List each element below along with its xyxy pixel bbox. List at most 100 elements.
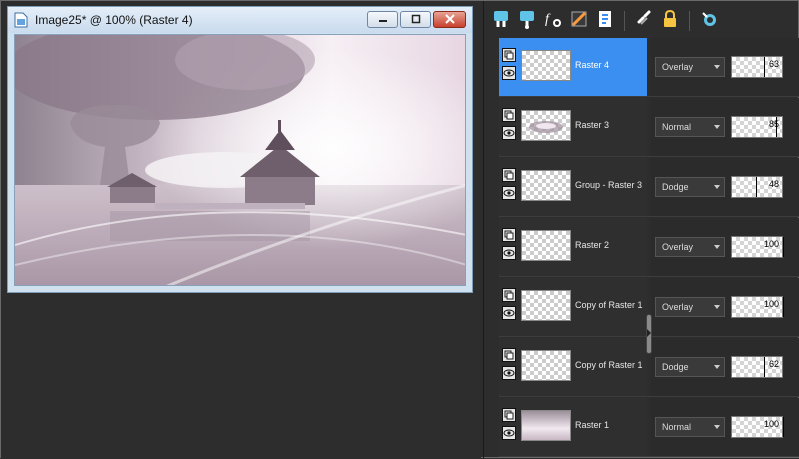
layer-row[interactable]: Raster 2 Overlay 100 — [499, 218, 799, 277]
maximize-icon — [411, 11, 421, 29]
mask-button[interactable] — [568, 10, 590, 32]
new-raster-layer-icon — [492, 9, 510, 34]
layer-properties-button[interactable] — [594, 10, 616, 32]
visibility-eye-icon[interactable] — [502, 186, 516, 200]
panel-divider[interactable] — [483, 1, 484, 459]
layer-type-icon — [502, 48, 516, 62]
blend-mode-value: Dodge — [662, 182, 689, 192]
opacity-value: 100 — [763, 419, 779, 429]
layer-info[interactable]: Raster 3 — [499, 98, 647, 156]
layer-type-icon — [502, 168, 516, 182]
close-button[interactable] — [433, 11, 466, 28]
chevron-down-icon — [714, 185, 720, 189]
layers-panel: Raster 4 Overlay 63 Raster 3 Normal 85 G… — [499, 38, 799, 459]
layer-properties-icon — [596, 9, 614, 34]
opacity-slider[interactable]: 100 — [731, 236, 784, 258]
lock-icon — [661, 9, 679, 34]
opacity-slider[interactable]: 100 — [731, 296, 784, 318]
opacity-slider[interactable]: 63 — [731, 56, 783, 78]
layer-info[interactable]: Copy of Raster 1 — [499, 278, 647, 336]
layer-thumbnail — [521, 350, 571, 381]
layer-thumbnail — [521, 410, 571, 441]
layer-name: Raster 3 — [575, 120, 610, 130]
layer-info[interactable]: Raster 1 — [499, 398, 647, 456]
blend-mode-dropdown[interactable]: Dodge — [655, 357, 725, 377]
visibility-eye-icon[interactable] — [502, 66, 516, 80]
layer-info[interactable]: Raster 2 — [499, 218, 647, 276]
blend-mode-value: Normal — [662, 122, 692, 132]
layer-name: Raster 2 — [575, 240, 610, 250]
opacity-value: 48 — [768, 179, 779, 189]
opacity-marker[interactable] — [783, 297, 784, 317]
visibility-eye-icon[interactable] — [502, 366, 516, 380]
visibility-eye-icon[interactable] — [502, 426, 516, 440]
layer-type-icon — [502, 348, 516, 362]
chevron-right-icon — [647, 329, 651, 337]
workspace-background — [1, 293, 481, 459]
layer-name: Copy of Raster 1 — [575, 360, 643, 370]
blend-mode-dropdown[interactable]: Overlay — [655, 57, 725, 77]
layer-type-icon — [502, 408, 516, 422]
blend-mode-dropdown[interactable]: Dodge — [655, 177, 725, 197]
opacity-slider[interactable]: 62 — [731, 356, 783, 378]
layer-row[interactable]: Raster 1 Normal 100 — [499, 398, 799, 457]
opacity-slider[interactable]: 100 — [731, 416, 784, 438]
visibility-eye-icon[interactable] — [502, 306, 516, 320]
new-vector-layer-button[interactable] — [516, 10, 538, 32]
opacity-marker[interactable] — [764, 357, 765, 377]
opacity-slider[interactable]: 48 — [731, 176, 783, 198]
layer-info[interactable]: Copy of Raster 1 — [499, 338, 647, 396]
layer-row[interactable]: Group - Raster 3 Dodge 48 — [499, 158, 799, 217]
layer-name: Copy of Raster 1 — [575, 300, 643, 310]
link-icon — [635, 9, 653, 34]
layer-thumbnail — [521, 290, 571, 321]
visibility-eye-icon[interactable] — [502, 126, 516, 140]
new-raster-layer-button[interactable] — [490, 10, 512, 32]
artwork-image — [15, 35, 465, 285]
opacity-value: 63 — [768, 59, 779, 69]
blend-mode-value: Overlay — [662, 62, 694, 72]
visibility-eye-icon[interactable] — [502, 246, 516, 260]
chevron-down-icon — [714, 125, 720, 129]
opacity-marker[interactable] — [756, 177, 757, 197]
lock-button[interactable] — [659, 9, 681, 34]
blend-mode-dropdown[interactable]: Normal — [655, 417, 725, 437]
blend-mode-dropdown[interactable]: Overlay — [655, 297, 725, 317]
opacity-value: 100 — [763, 299, 779, 309]
layer-styles-icon: f — [544, 9, 562, 34]
svg-text:f: f — [545, 12, 551, 27]
blend-mode-value: Normal — [662, 422, 692, 432]
layer-row[interactable]: Raster 3 Normal 85 — [499, 98, 799, 157]
layers-toolbar: f — [490, 7, 720, 35]
layer-name: Group - Raster 3 — [575, 180, 643, 190]
maximize-button[interactable] — [400, 11, 431, 28]
layer-info[interactable]: Group - Raster 3 — [499, 158, 647, 216]
mask-icon — [570, 9, 588, 34]
image-window-titlebar[interactable]: Image25* @ 100% (Raster 4) — [8, 7, 472, 33]
layer-styles-button[interactable]: f — [542, 10, 564, 32]
blend-mode-dropdown[interactable]: Normal — [655, 117, 725, 137]
image-canvas[interactable] — [14, 34, 466, 286]
image-window-title: Image25* @ 100% (Raster 4) — [35, 13, 193, 27]
opacity-slider[interactable]: 85 — [731, 116, 783, 138]
blend-mode-dropdown[interactable]: Overlay — [655, 237, 725, 257]
chevron-down-icon — [714, 305, 720, 309]
layer-info[interactable]: Raster 4 — [499, 38, 647, 96]
more-options-button[interactable] — [698, 10, 720, 32]
layer-name: Raster 4 — [575, 60, 610, 70]
blend-mode-value: Overlay — [662, 302, 694, 312]
opacity-marker[interactable] — [783, 417, 784, 437]
image-window[interactable]: Image25* @ 100% (Raster 4) — [7, 6, 473, 293]
layer-type-icon — [502, 288, 516, 302]
layer-type-icon — [502, 228, 516, 242]
opacity-marker[interactable] — [764, 57, 765, 77]
layer-row[interactable]: Raster 4 Overlay 63 — [499, 38, 799, 97]
layer-thumbnail — [521, 170, 571, 201]
blend-mode-value: Overlay — [662, 242, 694, 252]
link-button[interactable] — [633, 10, 655, 32]
opacity-marker[interactable] — [783, 237, 784, 257]
minimize-button[interactable] — [367, 11, 398, 28]
chevron-down-icon — [714, 245, 720, 249]
layer-thumbnail — [521, 110, 571, 141]
close-icon — [444, 11, 455, 29]
